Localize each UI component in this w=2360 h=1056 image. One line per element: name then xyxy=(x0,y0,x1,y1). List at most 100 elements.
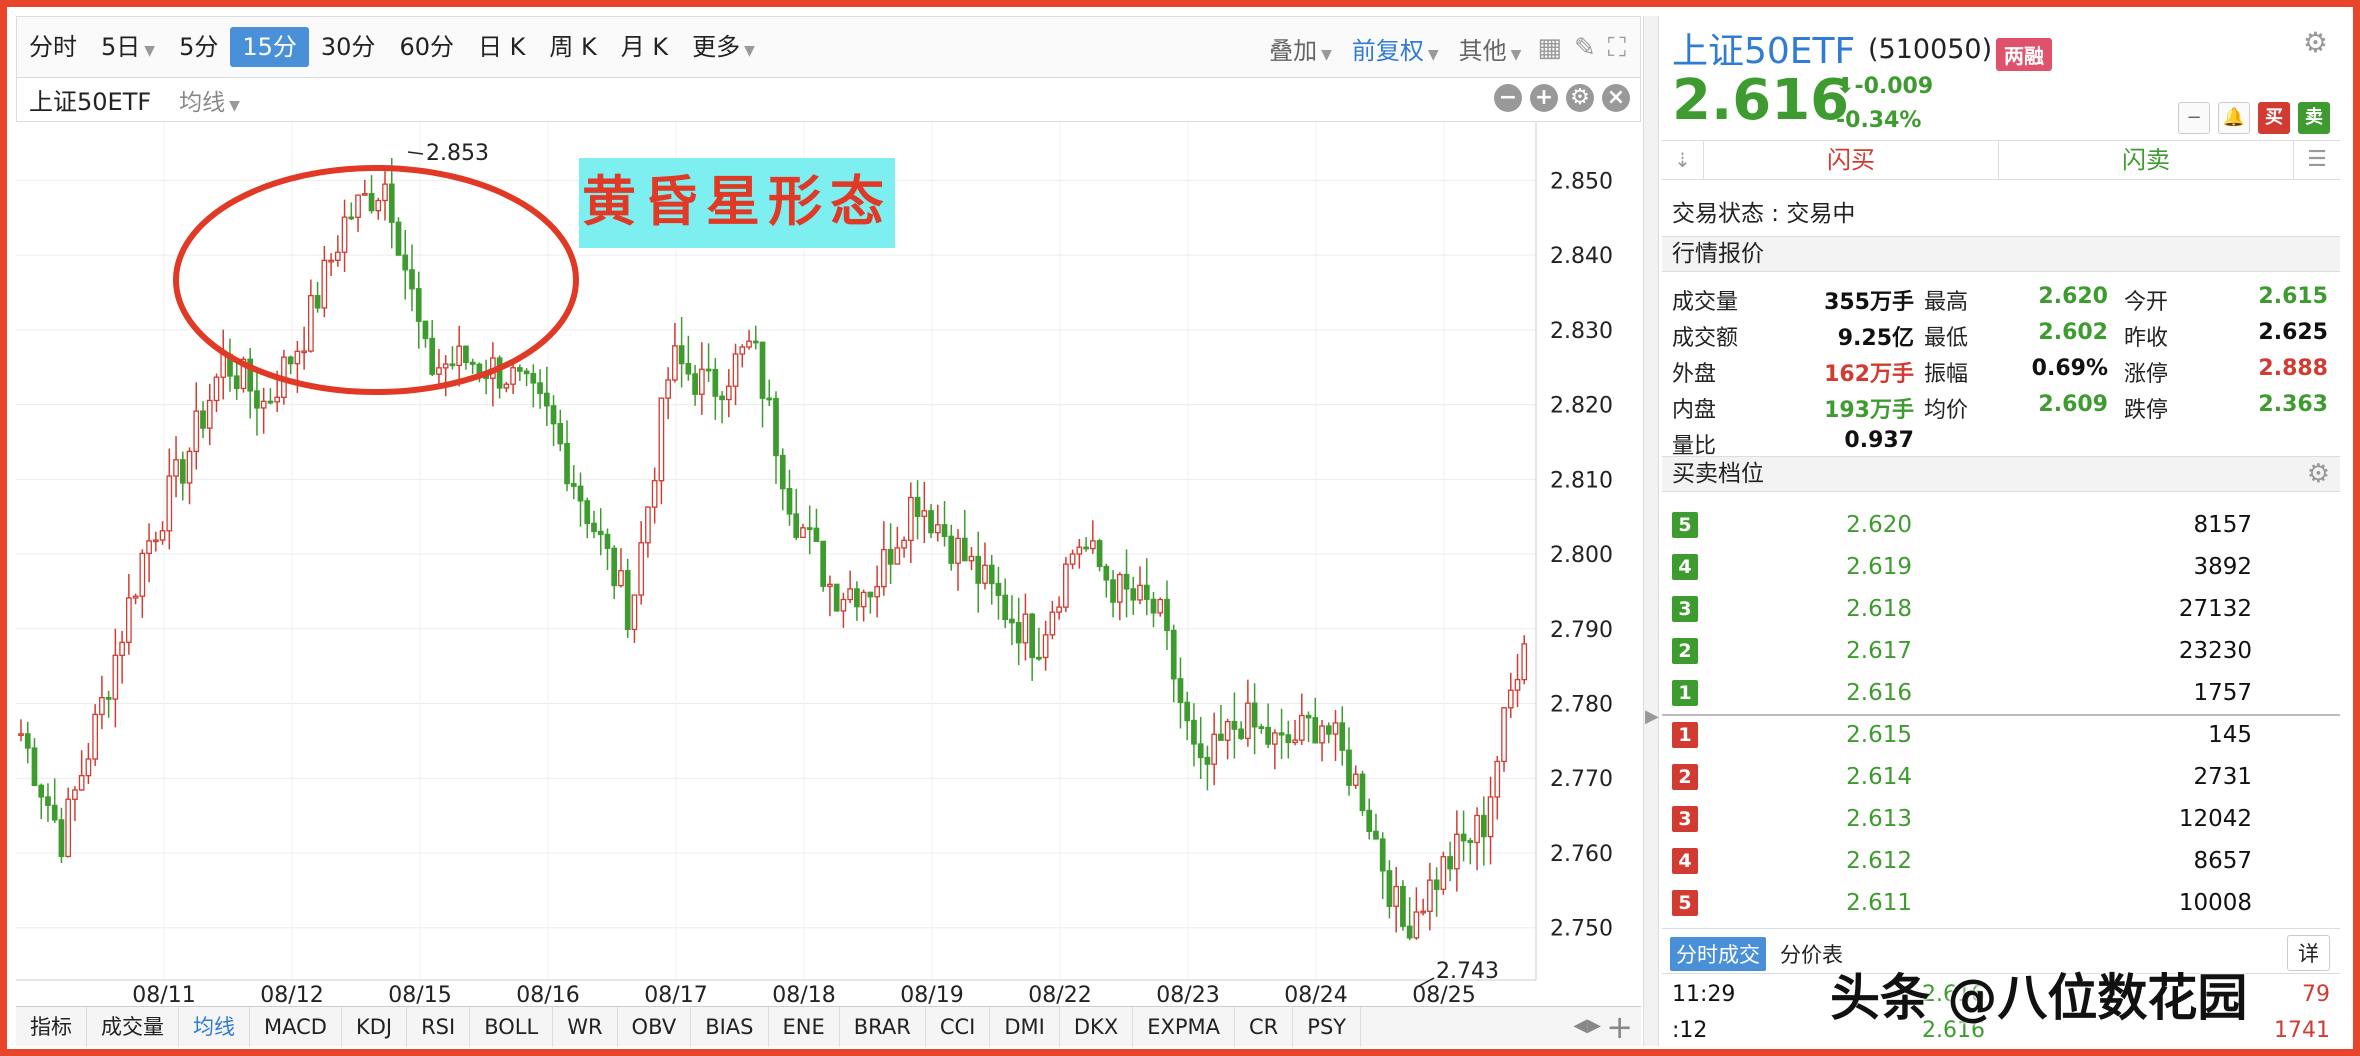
grid-icon[interactable]: ▦ xyxy=(1531,33,1568,63)
remove-watch-button[interactable]: − xyxy=(2178,102,2210,134)
add-indicator-icon[interactable]: + xyxy=(1606,1007,1633,1047)
quote-value: 9.25亿 xyxy=(1837,326,1914,351)
indicator-tab[interactable]: RSI xyxy=(407,1006,471,1047)
menu-icon[interactable]: ☰ xyxy=(2294,141,2340,179)
chart-stock-name: 上证50ETF xyxy=(29,88,152,116)
indicator-tab[interactable]: BIAS xyxy=(691,1006,769,1047)
bell-icon[interactable]: 🔔 xyxy=(2218,102,2250,134)
low-price-label: 2.743 xyxy=(1436,959,1499,984)
indicator-tab[interactable]: OBV xyxy=(618,1006,692,1047)
quote-section-title: 行情报价 xyxy=(1662,236,2340,272)
flash-sell-button[interactable]: 闪卖 xyxy=(1999,141,2294,179)
period-weekly[interactable]: 周 K xyxy=(537,27,608,67)
detail-button[interactable]: 详 xyxy=(2287,935,2330,971)
indicator-tab[interactable]: 成交量 xyxy=(87,1006,179,1047)
bid-row[interactable]: 3 2.613 12042 xyxy=(1662,798,2340,840)
other-dropdown[interactable]: 其他 ▼ xyxy=(1449,31,1532,66)
indicator-tab[interactable]: DKX xyxy=(1060,1006,1134,1047)
bid-row[interactable]: 5 2.611 10008 xyxy=(1662,882,2340,924)
flash-buy-button[interactable]: 闪买 xyxy=(1704,141,1999,179)
fullscreen-icon[interactable]: ⛶ xyxy=(1602,33,1632,64)
zoom-in-icon[interactable]: + xyxy=(1530,84,1558,112)
level-volume: 2731 xyxy=(2193,764,2252,790)
double-chevron-down-icon[interactable]: ⇣ xyxy=(1662,141,1704,179)
tab-scroll-arrows-icon[interactable]: ◀▶ xyxy=(1573,1015,1601,1036)
ask-row[interactable]: 1 2.616 1757 xyxy=(1662,672,2340,714)
indicator-tab[interactable]: PSY xyxy=(1293,1006,1362,1047)
indicator-tab[interactable]: CR xyxy=(1235,1006,1294,1047)
ask-row[interactable]: 2 2.617 23230 xyxy=(1662,630,2340,672)
quote-value: 2.625 xyxy=(2258,320,2328,345)
bid-row[interactable]: 4 2.612 8657 xyxy=(1662,840,2340,882)
collapse-arrow-icon[interactable]: ▶ xyxy=(1645,706,1659,727)
period-daily[interactable]: 日 K xyxy=(466,27,537,67)
period-5day[interactable]: 5日 ▼ xyxy=(89,27,167,67)
quote-label: 最高 xyxy=(1924,290,1969,315)
candle xyxy=(833,583,840,612)
price-change: ⬇-0.009 xyxy=(1836,74,1934,99)
panel-divider[interactable]: ▶ xyxy=(1643,16,1659,1046)
bid-row[interactable]: 2 2.614 2731 xyxy=(1662,756,2340,798)
quote-value: 162万手 xyxy=(1824,362,1914,387)
y-tick-label: 2.820 xyxy=(1550,394,1613,419)
level-volume: 3892 xyxy=(2193,554,2252,580)
sell-button[interactable]: 卖 xyxy=(2298,102,2330,134)
level-volume: 10008 xyxy=(2178,890,2252,916)
period-monthly[interactable]: 月 K xyxy=(609,27,680,67)
zoom-out-icon[interactable]: − xyxy=(1494,84,1522,112)
quote-value: 2.620 xyxy=(2038,284,2108,309)
quote-value: 2.615 xyxy=(2258,284,2328,309)
ask-row[interactable]: 3 2.618 27132 xyxy=(1662,588,2340,630)
settings-icon[interactable]: ⚙ xyxy=(1566,84,1594,112)
toolbar-right: 叠加 ▼ 前复权 ▼ 其他 ▼ ▦ ✎ ⛶ xyxy=(1259,17,1632,79)
indicator-tab[interactable]: EXPMA xyxy=(1133,1006,1236,1047)
indicator-tab[interactable]: ENE xyxy=(769,1006,840,1047)
indicator-tab[interactable]: MACD xyxy=(250,1006,342,1047)
y-tick-label: 2.850 xyxy=(1550,169,1613,194)
chevron-down-icon: ▼ xyxy=(1427,46,1439,63)
overlay-dropdown[interactable]: 叠加 ▼ xyxy=(1259,31,1342,66)
arrow-down-icon: ⬇ xyxy=(1836,74,1855,99)
gear-icon[interactable]: ⚙ xyxy=(2307,457,2330,491)
quote-label: 振幅 xyxy=(1924,362,1969,387)
period-intraday[interactable]: 分时 xyxy=(17,27,89,67)
ma-selector[interactable]: 均线 ▼ xyxy=(179,83,240,117)
candlestick-chart[interactable]: 2.850 2.840 2.830 2.820 2.810 2.800 2.790 2.780… xyxy=(16,122,1641,1006)
bid-row[interactable]: 1 2.615 145 xyxy=(1662,714,2340,756)
draw-pen-icon[interactable]: ✎ xyxy=(1568,33,1602,63)
indicator-tab[interactable]: WR xyxy=(553,1006,618,1047)
indicator-tab[interactable]: BRAR xyxy=(840,1006,926,1047)
candle xyxy=(820,540,827,592)
ask-row[interactable]: 5 2.620 8157 xyxy=(1662,504,2340,546)
quote-value: 2.602 xyxy=(2038,320,2108,345)
level-volume: 8657 xyxy=(2193,848,2252,874)
chart-subheader: 上证50ETF 均线 ▼ − + ⚙ × xyxy=(16,78,1641,122)
tab-time-sales[interactable]: 分时成交 xyxy=(1670,937,1766,971)
period-5min[interactable]: 5分 xyxy=(167,27,230,67)
period-more[interactable]: 更多 ▼ xyxy=(680,27,767,67)
level-badge: 3 xyxy=(1672,806,1698,832)
tick-volume: 1741 xyxy=(2274,1018,2330,1043)
y-tick-label: 2.750 xyxy=(1550,917,1613,942)
indicator-tab[interactable]: 指标 xyxy=(16,1006,87,1047)
candle xyxy=(1501,707,1507,772)
ask-row[interactable]: 4 2.619 3892 xyxy=(1662,546,2340,588)
period-30min[interactable]: 30分 xyxy=(309,27,388,67)
period-15min[interactable]: 15分 xyxy=(230,27,309,67)
level-badge: 2 xyxy=(1672,764,1698,790)
close-icon[interactable]: × xyxy=(1602,84,1630,112)
indicator-tab[interactable]: 均线 xyxy=(179,1006,250,1047)
gear-icon[interactable]: ⚙ xyxy=(2303,26,2328,59)
adjust-dropdown[interactable]: 前复权 ▼ xyxy=(1342,31,1449,66)
buy-button[interactable]: 买 xyxy=(2258,102,2290,134)
security-name: 上证50ETF xyxy=(1672,31,1856,72)
indicator-tab[interactable]: CCI xyxy=(926,1006,991,1047)
x-tick-label: 08/25 xyxy=(1412,983,1475,1006)
orderbook-divider xyxy=(1662,714,2340,716)
indicator-tab[interactable]: KDJ xyxy=(342,1006,408,1047)
period-60min[interactable]: 60分 xyxy=(387,27,466,67)
chevron-down-icon: ▼ xyxy=(1510,46,1522,63)
indicator-tab[interactable]: BOLL xyxy=(470,1006,554,1047)
quote-label: 最低 xyxy=(1924,326,1969,351)
indicator-tab[interactable]: DMI xyxy=(990,1006,1060,1047)
